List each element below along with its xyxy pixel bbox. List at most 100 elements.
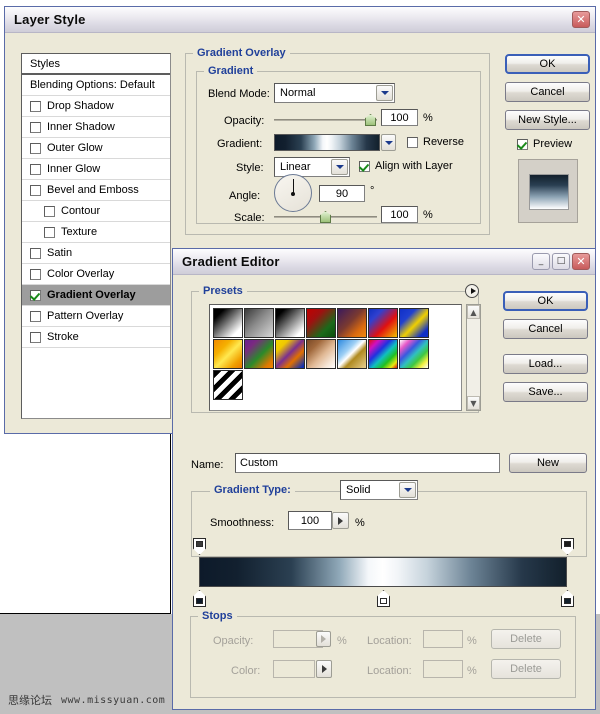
sidebar-item-gradient-overlay[interactable]: Gradient Overlay — [22, 285, 170, 306]
opacity-slider[interactable] — [274, 113, 377, 127]
sidebar-item-contour[interactable]: Contour — [22, 201, 170, 222]
sidebar-item-stroke[interactable]: Stroke — [22, 327, 170, 348]
stop-color-swatch[interactable] — [273, 660, 315, 678]
smoothness-stepper-icon[interactable] — [332, 512, 349, 529]
chevron-down-icon[interactable] — [376, 85, 393, 101]
load-button[interactable]: Load... — [503, 354, 588, 374]
close-icon[interactable]: ✕ — [572, 253, 590, 270]
stop-opacity-location-input[interactable] — [423, 630, 463, 648]
save-button[interactable]: Save... — [503, 382, 588, 402]
smoothness-input[interactable]: 100 — [288, 511, 332, 530]
stop-right[interactable] — [561, 590, 574, 607]
ok-button[interactable]: OK — [505, 54, 590, 74]
opacity-stop-right[interactable] — [561, 538, 574, 555]
preset-swatch-transparent-stripes[interactable] — [213, 370, 243, 400]
preset-swatch-violet-orange[interactable] — [337, 308, 367, 338]
preset-swatch-black-white[interactable] — [275, 308, 305, 338]
maximize-icon[interactable]: □ — [552, 253, 570, 270]
stop-color-picker-icon[interactable] — [316, 660, 332, 678]
sidebar-item-outer-glow[interactable]: Outer Glow — [22, 138, 170, 159]
gradient-name-input[interactable]: Custom — [235, 453, 500, 473]
preview-checkbox[interactable]: Preview — [517, 138, 572, 150]
sidebar-item-bevel-and-emboss[interactable]: Bevel and Emboss — [22, 180, 170, 201]
gradient-type-select[interactable]: Solid — [340, 480, 418, 500]
gradient-preview-swatch[interactable] — [274, 134, 380, 151]
sidebar-item-satin[interactable]: Satin — [22, 243, 170, 264]
preset-swatch-transparent-rainbow[interactable] — [399, 339, 429, 369]
sidebar-item-texture[interactable]: Texture — [22, 222, 170, 243]
presets-swatch-grid[interactable] — [209, 304, 462, 411]
preset-swatch-spectrum[interactable] — [368, 339, 398, 369]
effect-checkbox[interactable] — [44, 205, 55, 217]
presets-menu-icon[interactable] — [465, 284, 479, 298]
angle-input[interactable]: 90 — [319, 185, 365, 202]
sidebar-item-drop-shadow[interactable]: Drop Shadow — [22, 96, 170, 117]
angle-dial[interactable] — [274, 174, 312, 212]
scale-slider-thumb[interactable] — [320, 211, 331, 223]
sidebar-item-blending-options[interactable]: Blending Options: Default — [22, 75, 170, 96]
new-style-button[interactable]: New Style... — [505, 110, 590, 130]
preset-swatch-blue-yellow-blue[interactable] — [399, 308, 429, 338]
effect-checkbox[interactable] — [44, 226, 55, 238]
preview-checkbox-box[interactable] — [517, 138, 528, 150]
scale-slider[interactable] — [274, 210, 377, 224]
stop-left[interactable] — [193, 590, 206, 607]
gradient-editor-title: Gradient Editor — [182, 254, 280, 269]
new-gradient-button[interactable]: New — [509, 453, 587, 473]
sidebar-item-pattern-overlay[interactable]: Pattern Overlay — [22, 306, 170, 327]
gradient-strip[interactable] — [199, 557, 567, 587]
reverse-checkbox[interactable]: Reverse — [407, 136, 464, 148]
effect-checkbox[interactable] — [30, 100, 41, 112]
stop-color-location-input[interactable] — [423, 660, 463, 678]
align-with-layer-checkbox[interactable]: Align with Layer — [359, 160, 453, 172]
sidebar-item-inner-shadow[interactable]: Inner Shadow — [22, 117, 170, 138]
preset-swatch-foreground-to-background[interactable] — [213, 308, 243, 338]
effect-checkbox[interactable] — [30, 331, 41, 343]
preset-swatch-orange-yellow-orange[interactable] — [213, 339, 243, 369]
scale-input[interactable]: 100 — [381, 206, 418, 223]
scroll-up-icon[interactable]: ▲ — [467, 305, 480, 319]
reverse-checkbox-box[interactable] — [407, 136, 418, 148]
styles-list[interactable]: Styles Blending Options: Default Drop Sh… — [21, 53, 171, 419]
styles-list-header[interactable]: Styles — [22, 54, 170, 75]
presets-scrollbar[interactable]: ▲ ▼ — [466, 304, 481, 411]
gradient-editor-cancel-button[interactable]: Cancel — [503, 319, 588, 339]
preset-swatch-red-green[interactable] — [306, 308, 336, 338]
effect-checkbox[interactable] — [30, 268, 41, 280]
gradient-style-select[interactable]: Linear — [274, 157, 350, 177]
close-icon[interactable]: ✕ — [572, 11, 590, 28]
gradient-editor-ok-button[interactable]: OK — [503, 291, 588, 311]
opacity-input[interactable]: 100 — [381, 109, 418, 126]
effect-checkbox[interactable] — [30, 142, 41, 154]
preset-swatch-blue-red-yellow[interactable] — [368, 308, 398, 338]
effect-checkbox[interactable] — [30, 310, 41, 322]
stop-middle[interactable] — [377, 590, 390, 607]
opacity-stop-left[interactable] — [193, 538, 206, 555]
align-with-layer-checkbox-box[interactable] — [359, 160, 370, 172]
cancel-button[interactable]: Cancel — [505, 82, 590, 102]
effect-checkbox[interactable] — [30, 163, 41, 175]
effect-checkbox[interactable] — [30, 121, 41, 133]
minimize-icon[interactable]: _ — [532, 253, 550, 270]
gradient-editor-titlebar[interactable]: Gradient Editor _ □ ✕ — [173, 249, 595, 275]
blend-mode-select[interactable]: Normal — [274, 83, 395, 103]
delete-color-stop-button[interactable]: Delete — [491, 659, 561, 679]
preset-swatch-copper[interactable] — [306, 339, 336, 369]
preset-swatch-foreground-to-transparent[interactable] — [244, 308, 274, 338]
gradient-picker-chevron-down-icon[interactable] — [381, 134, 396, 151]
layer-style-titlebar[interactable]: Layer Style ✕ — [5, 7, 595, 33]
chevron-down-icon[interactable] — [399, 482, 416, 498]
stop-opacity-stepper-icon[interactable] — [316, 631, 331, 647]
sidebar-item-color-overlay[interactable]: Color Overlay — [22, 264, 170, 285]
effect-checkbox[interactable] — [30, 184, 41, 196]
preset-swatch-violet-green-orange[interactable] — [244, 339, 274, 369]
chevron-down-icon[interactable] — [331, 159, 348, 175]
opacity-slider-thumb[interactable] — [365, 114, 376, 126]
delete-opacity-stop-button[interactable]: Delete — [491, 629, 561, 649]
preset-swatch-chrome[interactable] — [337, 339, 367, 369]
effect-checkbox[interactable] — [30, 247, 41, 259]
effect-checkbox[interactable] — [30, 289, 41, 301]
sidebar-item-inner-glow[interactable]: Inner Glow — [22, 159, 170, 180]
scroll-down-icon[interactable]: ▼ — [467, 396, 480, 410]
preset-swatch-yellow-violet-orange-blue[interactable] — [275, 339, 305, 369]
